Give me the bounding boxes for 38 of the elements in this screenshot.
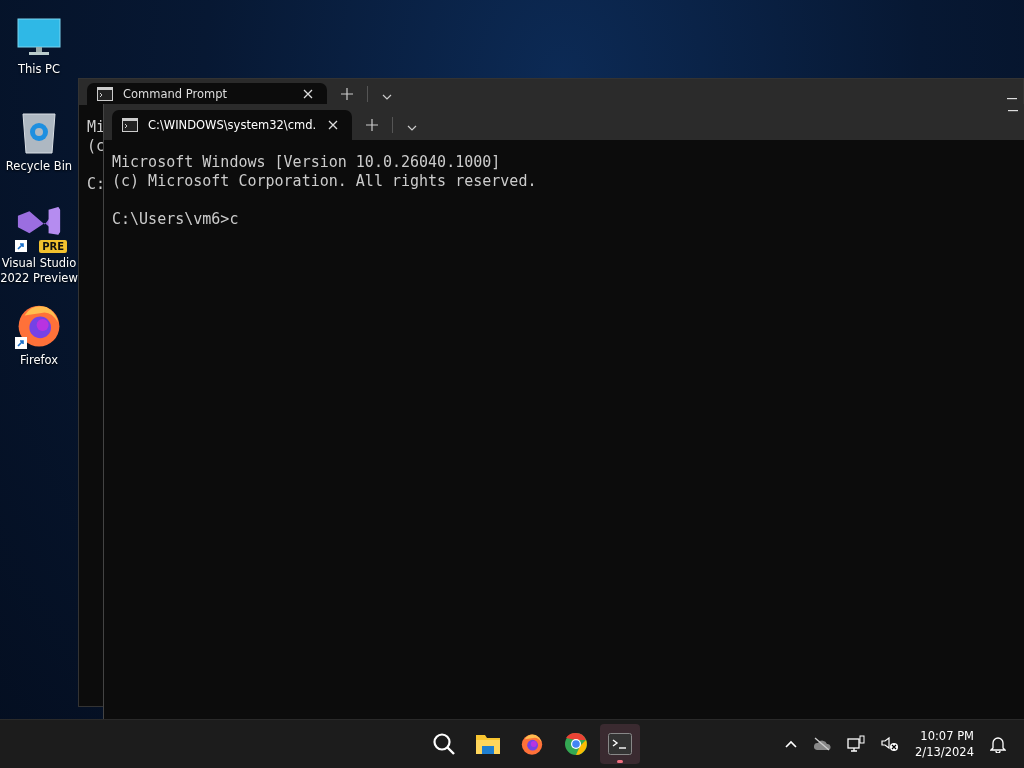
console-text: Microsoft Windows [Version 10.0.26040.1000] [112,153,501,172]
preview-badge: PRE [39,240,67,253]
console-text: (c) Microsoft Corporation. All rights reserved. [112,172,537,191]
recycle-bin-icon[interactable] [21,111,57,155]
chevron-up-icon[interactable] [785,740,798,748]
console-icon [122,118,138,132]
desktop-icon-label[interactable]: This PC [0,62,78,77]
desktop-icon-label[interactable]: Recycle Bin [0,159,78,174]
console-icon [97,87,113,101]
terminal-icon [608,733,632,755]
console-text: C:\Users\vm6>c [112,210,239,229]
tab-title: C:\WINDOWS\system32\cmd. [148,118,318,132]
monitor-icon[interactable] [17,18,61,58]
console-text: Mi [87,118,106,137]
console-text: (c [87,137,106,156]
tab-title: Command Prompt [123,87,229,101]
bell-icon[interactable] [990,735,1006,753]
new-tab-icon[interactable] [366,119,378,131]
dropdown-icon[interactable] [382,94,392,100]
new-tab-icon[interactable] [341,88,353,100]
date-text: 2/13/2024 [915,744,974,760]
speaker-muted-icon[interactable] [881,736,900,752]
network-icon[interactable] [847,735,866,753]
search-icon [432,732,456,756]
close-icon[interactable] [303,89,313,99]
desktop-icon-label[interactable]: Visual Studio 2022 Preview [0,256,78,286]
folder-icon [475,733,501,755]
terminal-tab[interactable]: Command Prompt [87,83,327,105]
desktop-icon-label[interactable]: Firefox [0,353,78,368]
close-icon[interactable] [328,120,338,130]
cloud-off-icon[interactable] [813,737,832,751]
dropdown-icon[interactable] [407,125,417,131]
time-text: 10:07 PM [920,728,974,744]
chrome-icon [564,732,588,756]
firefox-icon [520,732,544,756]
console-text: C: [87,175,106,194]
clock[interactable]: 10:07 PM 2/13/2024 [915,728,974,760]
terminal-tab[interactable]: C:\WINDOWS\system32\cmd. [112,110,352,140]
